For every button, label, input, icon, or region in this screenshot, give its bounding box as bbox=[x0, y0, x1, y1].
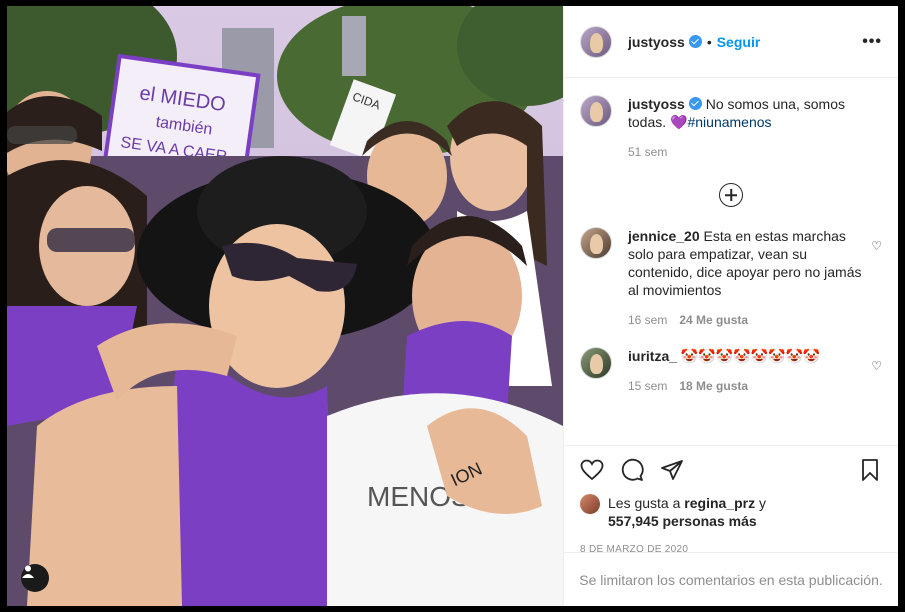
comments-section: justyoss No somos una, somos todas. 💜#ni… bbox=[564, 79, 898, 445]
caption-username[interactable]: justyoss bbox=[628, 96, 685, 112]
like-comment-heart-icon[interactable]: ♡ bbox=[871, 239, 882, 253]
follow-button[interactable]: Seguir bbox=[717, 34, 761, 50]
comment-likes[interactable]: 24 Me gusta bbox=[679, 313, 748, 327]
comment-item: iuritza_ 🤡🤡🤡🤡🤡🤡🤡🤡 15 sem 18 Me gusta ♡ bbox=[580, 347, 882, 395]
load-more-comments[interactable] bbox=[580, 175, 882, 215]
verified-badge-icon bbox=[688, 35, 702, 48]
photo-illustration: el MIEDO también SE VA A CAER CIDA MENOS… bbox=[7, 6, 563, 606]
likes-mid: y bbox=[758, 495, 766, 511]
comment-username[interactable]: iuritza_ bbox=[628, 348, 677, 364]
post-actions: Les gusta a regina_prz y 557,945 persona… bbox=[564, 445, 898, 555]
like-comment-heart-icon[interactable]: ♡ bbox=[871, 359, 882, 373]
likes-summary: Les gusta a regina_prz y 557,945 persona… bbox=[580, 494, 882, 530]
verified-badge-icon bbox=[688, 97, 702, 110]
like-heart-icon[interactable] bbox=[580, 458, 604, 482]
author-username[interactable]: justyoss bbox=[628, 34, 685, 50]
liker-avatar[interactable] bbox=[580, 494, 600, 514]
comment-time[interactable]: 15 sem bbox=[628, 379, 667, 393]
comment-item: jennice_20 Esta en estas marchas solo pa… bbox=[580, 227, 882, 329]
tagged-users-button[interactable] bbox=[21, 564, 49, 592]
likes-prefix: Les gusta a bbox=[608, 495, 681, 511]
author-avatar[interactable] bbox=[580, 25, 612, 58]
comment-username[interactable]: jennice_20 bbox=[628, 228, 700, 244]
separator-dot: • bbox=[706, 33, 712, 50]
save-bookmark-icon[interactable] bbox=[858, 458, 882, 482]
likes-others[interactable]: 557,945 personas más bbox=[608, 513, 757, 529]
comment-time[interactable]: 16 sem bbox=[628, 313, 667, 327]
caption-hashtag[interactable]: #niunamenos bbox=[687, 114, 771, 130]
heart-emoji: 💜 bbox=[670, 114, 688, 130]
comments-limited-notice: Se limitaron los comentarios en esta pub… bbox=[564, 552, 898, 606]
more-options-icon[interactable]: ••• bbox=[862, 33, 882, 51]
post-dialog: el MIEDO también SE VA A CAER CIDA MENOS… bbox=[7, 6, 898, 606]
caption-time[interactable]: 51 sem bbox=[628, 145, 667, 159]
comment-avatar[interactable] bbox=[580, 227, 612, 259]
user-icon bbox=[22, 565, 34, 578]
caption-avatar[interactable] bbox=[580, 95, 612, 127]
caption: justyoss No somos una, somos todas. 💜#ni… bbox=[580, 95, 882, 161]
post-photo[interactable]: el MIEDO también SE VA A CAER CIDA MENOS… bbox=[7, 6, 563, 606]
comment-bubble-icon[interactable] bbox=[620, 458, 644, 482]
post-header: justyoss • Seguir ••• bbox=[564, 6, 898, 78]
plus-circle-icon[interactable] bbox=[719, 183, 743, 207]
comment-text: 🤡🤡🤡🤡🤡🤡🤡🤡 bbox=[680, 348, 821, 364]
comment-likes[interactable]: 18 Me gusta bbox=[679, 379, 748, 393]
comment-avatar[interactable] bbox=[580, 347, 612, 379]
post-side-panel: justyoss • Seguir ••• justyoss No somos … bbox=[563, 6, 898, 606]
share-send-icon[interactable] bbox=[660, 458, 684, 482]
liker-username[interactable]: regina_prz bbox=[684, 495, 755, 511]
